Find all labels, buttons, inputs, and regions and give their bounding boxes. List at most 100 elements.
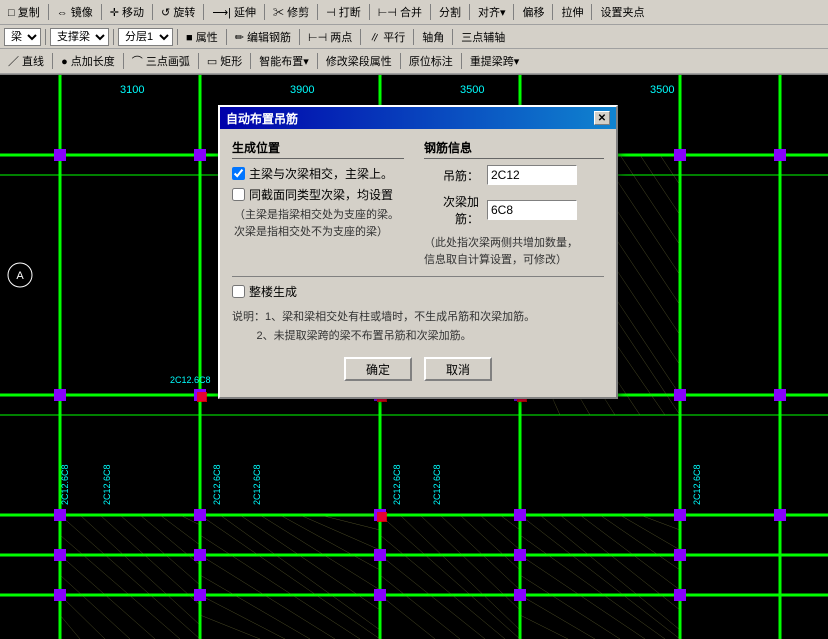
whole-floor-label: 整楼生成 [249, 283, 297, 300]
align-btn[interactable]: 对齐▾ [474, 3, 510, 21]
sep16 [226, 29, 227, 45]
dialog-title: 自动布置吊筋 [226, 110, 298, 127]
hanging-rebar-input[interactable] [487, 165, 577, 185]
sep15 [177, 29, 178, 45]
sep14 [113, 29, 114, 45]
svg-text:A: A [16, 270, 24, 282]
parallel-btn[interactable]: ∥ 平行 [365, 28, 409, 46]
secondary-rebar-note: （此处指次梁两侧共增加数量，信息取自计算设置，可修改） [424, 235, 604, 268]
break-btn[interactable]: ⊣ 打断 [322, 3, 365, 21]
svg-text:2C12.6C8: 2C12.6C8 [692, 464, 702, 505]
edit-rebar-btn[interactable]: ✏ 编辑钢筋 [231, 28, 295, 46]
generation-section-label: 生成位置 [232, 139, 404, 159]
primary-secondary-label: 主梁与次梁相交，主梁上。 [249, 165, 393, 182]
sep9 [469, 4, 470, 20]
sep27 [461, 53, 462, 69]
sep19 [413, 29, 414, 45]
sep26 [400, 53, 401, 69]
arc-btn[interactable]: ⌒ 三点画弧 [128, 52, 194, 70]
hanging-rebar-row: 吊筋： [424, 165, 604, 185]
auto-layout-btn[interactable]: 智能布置▾ [255, 52, 313, 70]
stretch-btn[interactable]: 拉伸 [557, 3, 587, 21]
hanging-rebar-label: 吊筋： [424, 167, 479, 184]
auto-layout-dialog: 自动布置吊筋 ✕ 生成位置 主梁与次梁相交，主梁上。 同截面同类型次梁，均设置 [218, 105, 618, 399]
trim-btn[interactable]: ✂ 修剪 [269, 3, 313, 21]
line-btn[interactable]: ／ 直线 [4, 52, 48, 70]
sep21 [52, 53, 53, 69]
re-extract-btn[interactable]: 重提梁跨▾ [466, 52, 524, 70]
svg-text:2C12.6C8: 2C12.6C8 [432, 464, 442, 505]
sep24 [250, 53, 251, 69]
beam-type-select[interactable]: 支撑梁 [50, 28, 109, 46]
sep4 [203, 4, 204, 20]
copy-btn[interactable]: □ 复制 [4, 3, 44, 21]
same-type-row: 同截面同类型次梁，均设置 [232, 186, 404, 203]
rotate-btn[interactable]: ↺ 旋转 [157, 3, 199, 21]
sep12 [591, 4, 592, 20]
svg-text:2C12.6C8: 2C12.6C8 [392, 464, 402, 505]
sep1 [48, 4, 49, 20]
dialog-body: 生成位置 主梁与次梁相交，主梁上。 同截面同类型次梁，均设置 （主梁是指梁相交处… [220, 129, 616, 397]
svg-text:2C12.6C8: 2C12.6C8 [252, 464, 262, 505]
offset-btn[interactable]: 偏移 [518, 3, 548, 21]
secondary-rebar-row: 次梁加筋： [424, 193, 604, 227]
sep17 [299, 29, 300, 45]
layer-select[interactable]: 分层1 [118, 28, 173, 46]
svg-text:2C12.6C8: 2C12.6C8 [102, 464, 112, 505]
dialog-buttons: 确定 取消 [232, 357, 604, 387]
sep3 [152, 4, 153, 20]
toolbar-row-3: ／ 直线 ● 点加长度 ⌒ 三点画弧 ▭ 矩形 智能布置▾ 修改梁段属性 原位标… [0, 49, 828, 74]
svg-text:3900: 3900 [290, 84, 314, 96]
dialog-close-button[interactable]: ✕ [594, 111, 610, 125]
modify-segment-btn[interactable]: 修改梁段属性 [322, 52, 396, 70]
two-point-btn[interactable]: ⊢⊣ 两点 [304, 28, 356, 46]
grip-btn[interactable]: 设置夹点 [596, 3, 648, 21]
dialog-sections-row: 生成位置 主梁与次梁相交，主梁上。 同截面同类型次梁，均设置 （主梁是指梁相交处… [232, 139, 604, 268]
split-btn[interactable]: 分割 [435, 3, 465, 21]
point-length-btn[interactable]: ● 点加长度 [57, 52, 119, 70]
merge-btn[interactable]: ⊢⊣ 合并 [374, 3, 426, 21]
axis-angle-btn[interactable]: 轴角 [418, 28, 448, 46]
same-type-label: 同截面同类型次梁，均设置 [249, 186, 393, 203]
toolbar-row-1: □ 复制 ⇔ 镜像 ✛ 移动 ↺ 旋转 ⟶| 延伸 ✂ 修剪 ⊣ 打断 ⊢⊣ 合… [0, 0, 828, 25]
svg-text:2C12.6C8: 2C12.6C8 [170, 375, 211, 385]
sep8 [430, 4, 431, 20]
primary-secondary-row: 主梁与次梁相交，主梁上。 [232, 165, 404, 182]
sep5 [264, 4, 265, 20]
sep25 [317, 53, 318, 69]
element-type-select[interactable]: 梁 [4, 28, 41, 46]
secondary-rebar-label: 次梁加筋： [424, 193, 479, 227]
sep20 [452, 29, 453, 45]
mirror-btn[interactable]: ⇔ 镜像 [53, 3, 97, 21]
sep7 [369, 4, 370, 20]
confirm-button[interactable]: 确定 [344, 357, 412, 381]
cancel-button[interactable]: 取消 [424, 357, 492, 381]
sep2 [101, 4, 102, 20]
toolbar: □ 复制 ⇔ 镜像 ✛ 移动 ↺ 旋转 ⟶| 延伸 ✂ 修剪 ⊣ 打断 ⊢⊣ 合… [0, 0, 828, 75]
rebar-info-label: 钢筋信息 [424, 139, 604, 159]
original-label-btn[interactable]: 原位标注 [405, 52, 457, 70]
move-btn[interactable]: ✛ 移动 [106, 3, 148, 21]
extend-btn[interactable]: ⟶| 延伸 [208, 3, 260, 21]
divider [232, 276, 604, 277]
three-point-axis-btn[interactable]: 三点辅轴 [457, 28, 509, 46]
same-type-checkbox[interactable] [232, 188, 245, 201]
info-note: 说明：1、梁和梁相交处有柱或墙时，不生成吊筋和次梁加筋。 2、未提取梁跨的梁不布… [232, 308, 604, 345]
generation-section: 生成位置 主梁与次梁相交，主梁上。 同截面同类型次梁，均设置 （主梁是指梁相交处… [232, 139, 404, 268]
svg-text:3500: 3500 [650, 84, 674, 96]
svg-text:2C12.6C8: 2C12.6C8 [60, 464, 70, 505]
whole-floor-row: 整楼生成 [232, 283, 604, 300]
sep22 [123, 53, 124, 69]
sep23 [198, 53, 199, 69]
sep13 [45, 29, 46, 45]
sep11 [552, 4, 553, 20]
secondary-rebar-input[interactable] [487, 200, 577, 220]
svg-text:3100: 3100 [120, 84, 144, 96]
whole-floor-checkbox[interactable] [232, 285, 245, 298]
dialog-titlebar: 自动布置吊筋 ✕ [220, 107, 616, 129]
svg-text:3500: 3500 [460, 84, 484, 96]
rect-btn[interactable]: ▭ 矩形 [203, 52, 246, 70]
primary-secondary-checkbox[interactable] [232, 167, 245, 180]
property-btn[interactable]: ■ 属性 [182, 28, 222, 46]
sep18 [360, 29, 361, 45]
